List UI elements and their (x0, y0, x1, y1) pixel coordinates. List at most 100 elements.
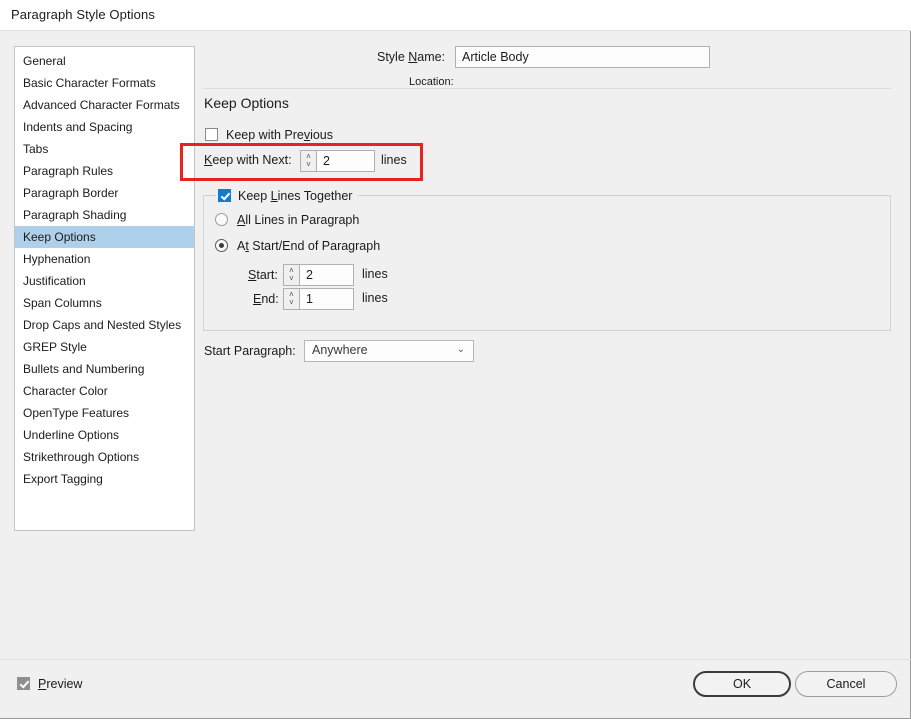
preview-checkbox-row[interactable]: Preview (17, 675, 82, 693)
location-label: Location: (409, 76, 454, 88)
start-paragraph-select[interactable]: Anywhere ⌄ (304, 340, 474, 362)
sidebar-item-paragraph-shading[interactable]: Paragraph Shading (15, 204, 194, 226)
title-bar: Paragraph Style Options (0, 0, 911, 31)
chevron-down-icon[interactable]: ⌄ (457, 344, 465, 355)
kwp-pre: Keep with Pre (226, 128, 304, 142)
category-list[interactable]: General Basic Character Formats Advanced C… (14, 46, 195, 531)
end-input[interactable] (300, 288, 354, 310)
keep-with-next-input[interactable] (317, 150, 375, 172)
sidebar-item-label: Paragraph Border (23, 186, 119, 200)
rse-post: Start/End of Paragraph (248, 239, 381, 253)
sidebar-item-keep-options[interactable]: Keep Options (15, 226, 194, 248)
sidebar-item-label: Tabs (23, 142, 49, 156)
sidebar-item-grep-style[interactable]: GREP Style (15, 336, 194, 358)
sidebar-item-span-columns[interactable]: Span Columns (15, 292, 194, 314)
sidebar-item-advanced-character-formats[interactable]: Advanced Character Formats (15, 94, 194, 116)
end-post: nd: (261, 292, 279, 306)
all-lines-in-paragraph-label: All Lines in Paragraph (237, 213, 359, 227)
sidebar-item-drop-caps-and-nested-styles[interactable]: Drop Caps and Nested Styles (15, 314, 194, 336)
sidebar-item-indents-and-spacing[interactable]: Indents and Spacing (15, 116, 194, 138)
sidebar-item-character-color[interactable]: Character Color (15, 380, 194, 402)
start-label: Start: (248, 268, 278, 282)
ralp-post: ll Lines in Paragraph (245, 213, 360, 227)
sidebar-item-tabs[interactable]: Tabs (15, 138, 194, 160)
style-name-label: Style Name: (377, 50, 445, 64)
ok-button[interactable]: OK (693, 671, 791, 697)
style-name-input[interactable] (455, 46, 710, 68)
paragraph-style-options-dialog: Paragraph Style Options General Basic Cha… (0, 0, 911, 719)
sidebar-item-label: Paragraph Rules (23, 164, 114, 178)
sp-post: raph: (267, 344, 296, 358)
sp-pre: Start Para (204, 344, 261, 358)
at-start-end-of-paragraph-radio-row[interactable]: At Start/End of Paragraph (215, 237, 380, 255)
keep-with-next-stepper[interactable]: ˄ ˅ (300, 150, 317, 172)
keep-lines-together-checkbox-row[interactable]: Keep Lines Together (216, 187, 358, 203)
sidebar-item-label: Basic Character Formats (23, 76, 156, 90)
sidebar-item-label: Keep Options (23, 230, 96, 244)
at-start-end-of-paragraph-label: At Start/End of Paragraph (237, 239, 380, 253)
sidebar-item-label: Underline Options (23, 428, 120, 442)
chevron-down-icon[interactable]: ˅ (289, 299, 294, 307)
keep-with-next-label: Keep with Next: (204, 153, 292, 167)
keep-with-next-spinner[interactable]: ˄ ˅ (300, 150, 375, 172)
sidebar-item-strikethrough-options[interactable]: Strikethrough Options (15, 446, 194, 468)
sidebar-item-label: Strikethrough Options (23, 450, 140, 464)
sidebar-item-label: General (23, 54, 66, 68)
sidebar-item-bullets-and-numbering[interactable]: Bullets and Numbering (15, 358, 194, 380)
sidebar-item-hyphenation[interactable]: Hyphenation (15, 248, 194, 270)
start-stepper[interactable]: ˄ ˅ (283, 264, 300, 286)
style-name-label-accel: N (408, 50, 418, 64)
sidebar-item-justification[interactable]: Justification (15, 270, 194, 292)
end-spinner[interactable]: ˄ ˅ (283, 288, 354, 310)
sidebar-item-label: Span Columns (23, 296, 102, 310)
start-paragraph-label: Start Paragraph: (204, 344, 296, 358)
start-input[interactable] (300, 264, 354, 286)
sidebar-item-basic-character-formats[interactable]: Basic Character Formats (15, 72, 194, 94)
start-unit: lines (362, 267, 388, 281)
all-lines-in-paragraph-radio-row[interactable]: All Lines in Paragraph (215, 211, 359, 229)
sidebar-item-export-tagging[interactable]: Export Tagging (15, 468, 194, 490)
style-name-label-pre: Style (377, 50, 409, 64)
klt-accel: L (270, 189, 278, 203)
klt-pre: Keep (238, 189, 271, 203)
sidebar-item-paragraph-border[interactable]: Paragraph Border (15, 182, 194, 204)
cancel-button[interactable]: Cancel (795, 671, 897, 697)
sidebar-item-label: Advanced Character Formats (23, 98, 180, 112)
sidebar-item-general[interactable]: General (15, 50, 194, 72)
keep-with-previous-checkbox[interactable] (205, 128, 218, 141)
sidebar-item-label: Paragraph Shading (23, 208, 127, 222)
preview-post: review (46, 677, 83, 691)
keep-with-next-unit: lines (381, 153, 407, 167)
start-spinner[interactable]: ˄ ˅ (283, 264, 354, 286)
sidebar-item-opentype-features[interactable]: OpenType Features (15, 402, 194, 424)
footer-divider (0, 659, 911, 660)
sidebar-item-underline-options[interactable]: Underline Options (15, 424, 194, 446)
klt-post: ines Together (277, 189, 353, 203)
end-unit: lines (362, 291, 388, 305)
sidebar-item-label: Hyphenation (23, 252, 91, 266)
keep-with-previous-checkbox-row[interactable]: Keep with Previous (205, 126, 333, 144)
sidebar-item-label: Character Color (23, 384, 108, 398)
keep-lines-together-label: Keep Lines Together (238, 189, 352, 203)
all-lines-in-paragraph-radio[interactable] (215, 213, 228, 226)
section-title: Keep Options (204, 95, 289, 111)
sidebar-item-label: OpenType Features (23, 406, 130, 420)
sidebar-item-label: Indents and Spacing (23, 120, 133, 134)
sidebar-item-label: Bullets and Numbering (23, 362, 145, 376)
chevron-down-icon[interactable]: ˅ (289, 275, 294, 283)
keep-lines-together-checkbox[interactable] (218, 189, 231, 202)
sidebar-item-label: GREP Style (23, 340, 87, 354)
preview-checkbox[interactable] (17, 677, 30, 690)
chevron-down-icon[interactable]: ˅ (306, 161, 311, 169)
keep-with-previous-label: Keep with Previous (226, 128, 333, 142)
at-start-end-of-paragraph-radio[interactable] (215, 239, 228, 252)
kwp-post: ious (310, 128, 334, 142)
start-post: tart: (256, 268, 278, 282)
start-paragraph-value: Anywhere (312, 343, 368, 357)
kwn-post: eep with Next: (212, 153, 292, 167)
end-stepper[interactable]: ˄ ˅ (283, 288, 300, 310)
header-divider (203, 88, 891, 89)
sidebar-item-label: Justification (23, 274, 86, 288)
sidebar-item-label: Drop Caps and Nested Styles (23, 318, 182, 332)
sidebar-item-paragraph-rules[interactable]: Paragraph Rules (15, 160, 194, 182)
